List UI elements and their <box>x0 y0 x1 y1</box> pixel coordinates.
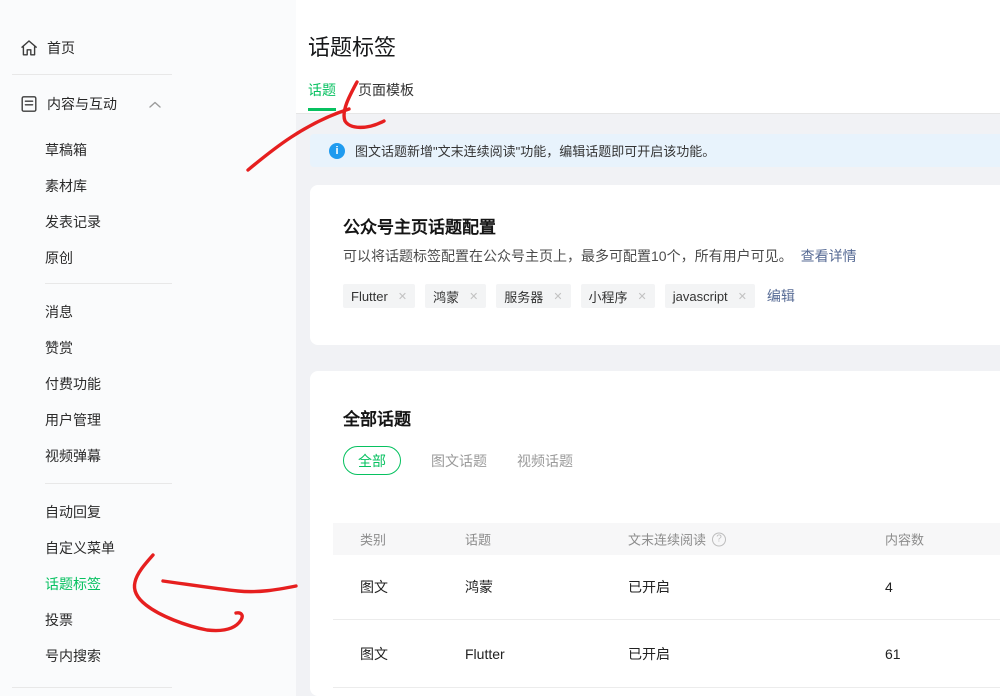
chevron-up-icon[interactable] <box>147 97 163 113</box>
sidebar: 首页 内容与互动 草稿箱 素材库 发表记录 原创 消息 赞赏 付费功能 用户管理… <box>0 0 296 696</box>
table-row[interactable]: 图文 Flutter 已开启 61 <box>333 620 1000 688</box>
topics-table: 类别 话题 文末连续阅读 ? 内容数 图文 鸿蒙 已开启 4 <box>333 523 1000 688</box>
row-category: 图文 <box>360 644 388 664</box>
topic-filter-row: 全部 图文话题 视频话题 <box>343 446 573 475</box>
sidebar-item-home[interactable]: 首页 <box>0 36 296 60</box>
table-header: 类别 话题 文末连续阅读 ? 内容数 <box>333 523 1000 555</box>
sidebar-divider <box>45 283 172 284</box>
tab-topics[interactable]: 话题 <box>308 80 336 111</box>
row-topic: 鸿蒙 <box>465 577 493 597</box>
row-topic: Flutter <box>465 646 505 662</box>
help-icon[interactable]: ? <box>712 532 726 546</box>
sidebar-group-tools: 自动回复 自定义菜单 话题标签 投票 号内搜索 <box>0 494 296 674</box>
homepage-config-desc-text: 可以将话题标签配置在公众号主页上，最多可配置10个，所有用户可见。 <box>343 248 793 264</box>
topic-tag: javascript ✕ <box>665 284 755 308</box>
col-category: 类别 <box>360 530 386 549</box>
topic-tag-label: javascript <box>673 289 728 304</box>
row-content-count: 4 <box>885 579 893 595</box>
sidebar-item-publish-history[interactable]: 发表记录 <box>0 204 296 240</box>
remove-tag-icon[interactable]: ✕ <box>469 290 478 303</box>
remove-tag-icon[interactable]: ✕ <box>553 290 562 303</box>
sidebar-divider <box>45 483 172 484</box>
sidebar-item-account-search[interactable]: 号内搜索 <box>0 638 296 674</box>
topic-tag-label: Flutter <box>351 289 388 304</box>
sidebar-item-drafts[interactable]: 草稿箱 <box>0 132 296 168</box>
remove-tag-icon[interactable]: ✕ <box>638 290 647 303</box>
topic-tag: 鸿蒙 ✕ <box>425 284 486 308</box>
filter-video-topics[interactable]: 视频话题 <box>517 451 573 471</box>
section-title-homepage-config: 公众号主页话题配置 <box>343 213 496 238</box>
sidebar-item-vote[interactable]: 投票 <box>0 602 296 638</box>
sidebar-group-content: 草稿箱 素材库 发表记录 原创 <box>0 132 296 276</box>
edit-tags-link[interactable]: 编辑 <box>767 286 795 306</box>
section-title-all-topics: 全部话题 <box>343 405 411 430</box>
home-icon <box>20 39 38 57</box>
row-category: 图文 <box>360 577 388 597</box>
sidebar-item-original[interactable]: 原创 <box>0 240 296 276</box>
topic-tag: Flutter ✕ <box>343 284 415 308</box>
page-title: 话题标签 <box>308 30 396 62</box>
topic-tag: 小程序 ✕ <box>581 284 655 308</box>
sidebar-item-custom-menu[interactable]: 自定义菜单 <box>0 530 296 566</box>
content-area: i 图文话题新增"文末连续阅读"功能，编辑话题即可开启该功能。 公众号主页话题配… <box>296 114 1000 696</box>
row-continue-reading: 已开启 <box>628 577 670 597</box>
table-row[interactable]: 图文 鸿蒙 已开启 4 <box>333 555 1000 620</box>
tab-page-template[interactable]: 页面模板 <box>358 80 414 111</box>
sidebar-section-label: 内容与互动 <box>47 94 117 114</box>
sidebar-item-video-danmu[interactable]: 视频弹幕 <box>0 438 296 474</box>
homepage-topic-config-card: 公众号主页话题配置 可以将话题标签配置在公众号主页上，最多可配置10个，所有用户… <box>310 185 1000 345</box>
sidebar-item-paid-features[interactable]: 付费功能 <box>0 366 296 402</box>
page-header: 话题标签 话题 页面模板 <box>296 0 1000 114</box>
row-content-count: 61 <box>885 646 901 662</box>
col-continue-reading-label: 文末连续阅读 <box>628 530 706 549</box>
tab-bar: 话题 页面模板 <box>308 80 414 111</box>
sidebar-item-appreciation[interactable]: 赞赏 <box>0 330 296 366</box>
sidebar-divider <box>12 74 172 75</box>
topic-tag-label: 鸿蒙 <box>433 287 459 306</box>
sidebar-item-label: 首页 <box>47 38 75 58</box>
view-details-link[interactable]: 查看详情 <box>801 248 857 264</box>
filter-article-topics[interactable]: 图文话题 <box>431 451 487 471</box>
content-section-icon <box>20 95 38 113</box>
info-icon: i <box>329 143 345 159</box>
sidebar-item-user-management[interactable]: 用户管理 <box>0 402 296 438</box>
sidebar-item-messages[interactable]: 消息 <box>0 294 296 330</box>
homepage-config-desc: 可以将话题标签配置在公众号主页上，最多可配置10个，所有用户可见。查看详情 <box>343 246 857 266</box>
admin-page: 首页 内容与互动 草稿箱 素材库 发表记录 原创 消息 赞赏 付费功能 用户管理… <box>0 0 1000 696</box>
configured-tags-row: Flutter ✕ 鸿蒙 ✕ 服务器 ✕ 小程序 ✕ <box>343 284 795 308</box>
sidebar-item-topic-tags[interactable]: 话题标签 <box>0 566 296 602</box>
col-content-count: 内容数 <box>885 530 924 549</box>
topic-tag-label: 服务器 <box>504 287 543 306</box>
all-topics-card: 全部话题 全部 图文话题 视频话题 类别 话题 文末连续阅读 ? 内容数 <box>310 371 1000 696</box>
row-continue-reading: 已开启 <box>628 644 670 664</box>
main-content: 话题标签 话题 页面模板 i 图文话题新增"文末连续阅读"功能，编辑话题即可开启… <box>296 0 1000 696</box>
col-continue-reading: 文末连续阅读 ? <box>628 530 726 549</box>
remove-tag-icon[interactable]: ✕ <box>398 290 407 303</box>
topic-tag: 服务器 ✕ <box>496 284 570 308</box>
info-banner: i 图文话题新增"文末连续阅读"功能，编辑话题即可开启该功能。 <box>310 134 1000 167</box>
info-banner-text: 图文话题新增"文末连续阅读"功能，编辑话题即可开启该功能。 <box>355 141 715 160</box>
remove-tag-icon[interactable]: ✕ <box>738 290 747 303</box>
sidebar-item-materials[interactable]: 素材库 <box>0 168 296 204</box>
sidebar-group-interaction: 消息 赞赏 付费功能 用户管理 视频弹幕 <box>0 294 296 474</box>
topic-tag-label: 小程序 <box>589 287 628 306</box>
col-topic: 话题 <box>465 530 491 549</box>
sidebar-item-auto-reply[interactable]: 自动回复 <box>0 494 296 530</box>
filter-all[interactable]: 全部 <box>343 446 401 475</box>
sidebar-divider <box>12 687 172 688</box>
